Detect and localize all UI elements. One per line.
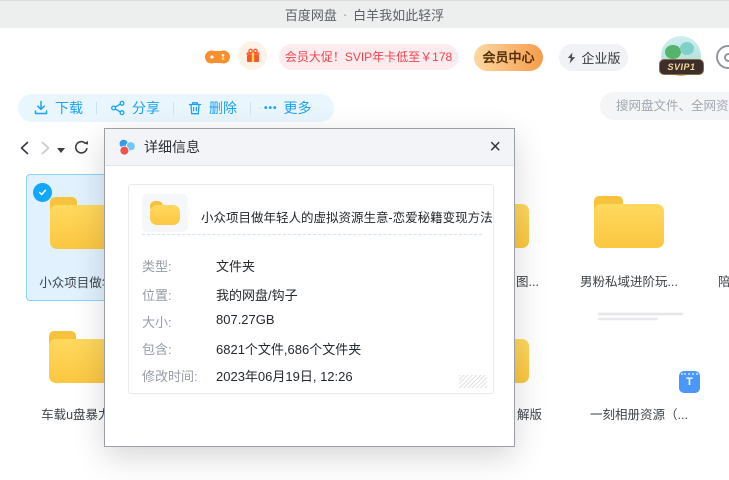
detail-value-contains: 6821个文件,686个文件夹 <box>216 339 361 358</box>
detail-label-location: 位置: <box>142 285 214 304</box>
enterprise-lightning-icon <box>566 52 577 64</box>
gift-icon <box>245 48 261 64</box>
delete-button[interactable]: 删除 <box>187 98 237 118</box>
enterprise-label: 企业版 <box>581 48 620 67</box>
download-icon <box>33 100 49 116</box>
delete-label: 删除 <box>209 98 237 118</box>
dialog-title: 详细信息 <box>144 137 200 157</box>
corner-smudge <box>459 375 487 388</box>
trash-icon <box>187 100 203 116</box>
folder-icon <box>150 201 180 225</box>
check-icon <box>37 187 48 198</box>
refresh-button[interactable] <box>73 139 90 156</box>
enterprise-version-button[interactable]: 企业版 <box>559 44 628 71</box>
detail-value-type: 文件夹 <box>216 256 255 275</box>
toolbar-divider <box>96 102 97 115</box>
more-label: 更多 <box>284 98 312 118</box>
file-item-label[interactable]: 解版 <box>517 404 542 423</box>
share-label: 分享 <box>132 98 160 118</box>
file-icon-tile <box>142 194 188 232</box>
member-center-button[interactable]: 会员中心 <box>474 44 543 71</box>
watermark <box>598 313 683 323</box>
close-icon[interactable]: × <box>489 137 501 157</box>
app-name: 百度网盘 <box>285 5 337 24</box>
file-action-toolbar: 下载 分享 删除 ••• 更多 <box>18 94 334 122</box>
detail-label-type: 类型: <box>142 256 214 275</box>
details-dialog-header: 详细信息 × <box>105 129 514 166</box>
file-item-label[interactable]: 一刻相册资源（... <box>584 404 694 423</box>
note-icon-dots <box>681 373 698 375</box>
back-button[interactable] <box>17 140 33 156</box>
note-file-icon[interactable]: T <box>679 371 700 393</box>
baidu-netdisk-window: 百度网盘 · 白羊我如此轻浮 会员大促！SVIP年卡低至￥178 会员中心 企业… <box>0 0 729 480</box>
detail-value-location: 我的网盘/钩子 <box>216 285 298 304</box>
share-icon <box>110 100 126 116</box>
game-center-icon[interactable] <box>204 47 231 67</box>
detail-value-size: 807.27GB <box>216 312 275 327</box>
detail-label-modified: 修改时间: <box>142 366 214 385</box>
search-box <box>600 92 729 120</box>
toolbar-divider <box>173 102 174 115</box>
avatar-art-tree <box>665 45 681 59</box>
toolbar-divider <box>250 102 251 115</box>
avatar-art-bush <box>680 42 694 55</box>
more-actions-button[interactable]: ••• 更多 <box>264 98 312 118</box>
share-button[interactable]: 分享 <box>110 98 160 118</box>
service-ring-inner <box>724 53 729 62</box>
svip-level-badge: SVIP1 <box>659 59 704 75</box>
logged-in-user-name: 白羊我如此轻浮 <box>353 5 444 24</box>
titlebar-separator: · <box>343 7 347 22</box>
window-titlebar: 百度网盘 · 白羊我如此轻浮 <box>0 0 729 28</box>
details-content-box: 小众项目做年轻人的虚拟资源生意-恋爱秘籍变现方法 类型: 文件夹 位置: 我的网… <box>128 184 494 394</box>
download-label: 下载 <box>55 98 83 118</box>
folder-icon[interactable] <box>594 196 664 248</box>
dashed-divider <box>142 234 482 235</box>
file-item-label-clipped[interactable]: 陪 <box>718 271 729 290</box>
detail-label-size: 大小: <box>142 312 214 331</box>
gift-activity-button[interactable] <box>238 41 267 70</box>
detail-file-name: 小众项目做年轻人的虚拟资源生意-恋爱秘籍变现方法 <box>201 207 491 226</box>
history-dropdown-caret[interactable] <box>57 148 65 153</box>
download-button[interactable]: 下载 <box>33 98 83 118</box>
baidu-netdisk-logo-icon <box>118 138 136 156</box>
search-input[interactable] <box>600 99 729 113</box>
details-dialog: 详细信息 × 小众项目做年轻人的虚拟资源生意-恋爱秘籍变现方法 类型: 文件夹 … <box>104 128 515 447</box>
file-item-label[interactable]: 图... <box>516 271 539 290</box>
more-dots-icon: ••• <box>264 103 278 114</box>
detail-label-contains: 包含: <box>142 339 214 358</box>
svip-promo-banner[interactable]: 会员大促！SVIP年卡低至￥178 <box>279 44 458 70</box>
note-icon-letter: T <box>686 376 693 388</box>
forward-button[interactable] <box>37 140 53 156</box>
file-item-label[interactable]: 男粉私域进阶玩... <box>579 271 679 290</box>
detail-value-modified: 2023年06月19日, 12:26 <box>216 366 353 385</box>
